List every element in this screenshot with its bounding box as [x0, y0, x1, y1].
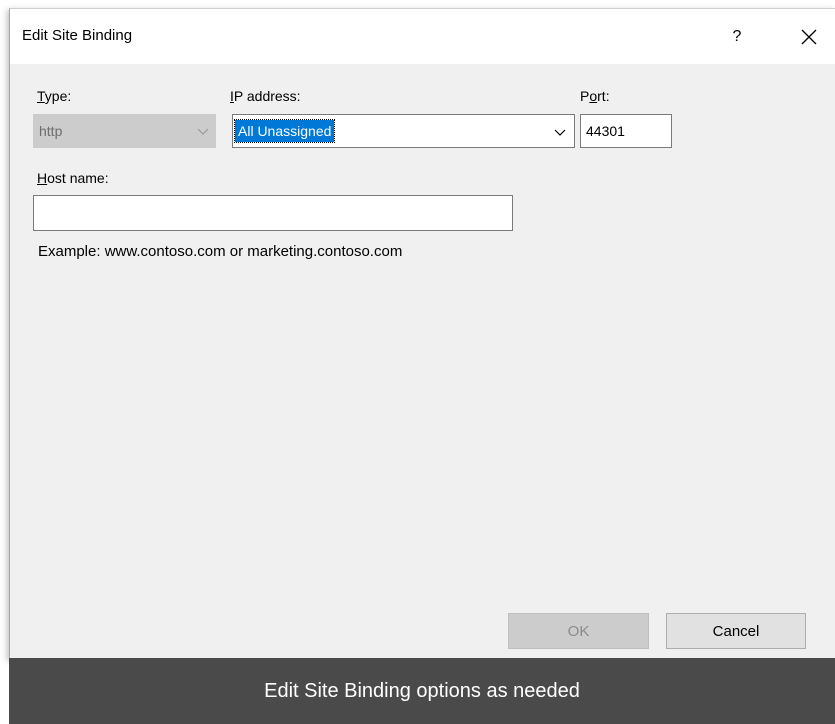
type-label: Type: — [37, 88, 71, 104]
host-label-text: ost name: — [47, 170, 109, 186]
chevron-down-icon — [197, 128, 209, 135]
host-name-label: Host name: — [37, 170, 109, 186]
type-label-text: ype: — [44, 88, 72, 104]
ip-address-select[interactable]: All Unassigned — [232, 114, 575, 148]
title-bar: Edit Site Binding ? — [10, 9, 835, 64]
cancel-button[interactable]: Cancel — [666, 613, 806, 649]
port-label-mnemonic: o — [589, 88, 598, 104]
host-name-input[interactable] — [33, 195, 513, 231]
edit-site-binding-dialog: Edit Site Binding ? Type: http IP addres… — [9, 8, 835, 659]
ip-label-text: P address: — [233, 88, 301, 104]
type-label-mnemonic: T — [37, 88, 45, 104]
host-name-example: Example: www.contoso.com or marketing.co… — [38, 243, 403, 260]
caption-text: Edit Site Binding options as needed — [264, 679, 580, 702]
ok-button[interactable]: OK — [508, 613, 649, 649]
close-icon — [801, 29, 817, 45]
ip-address-value: All Unassigned — [233, 119, 336, 143]
caption-bar: Edit Site Binding options as needed — [9, 658, 835, 724]
ip-address-label: IP address: — [230, 88, 301, 104]
type-select-value: http — [39, 123, 63, 139]
close-button[interactable] — [786, 17, 832, 57]
port-label-pre: P — [580, 88, 590, 104]
port-input[interactable] — [580, 114, 672, 148]
chevron-down-icon — [554, 129, 566, 136]
help-button[interactable]: ? — [717, 17, 757, 57]
type-select: http — [33, 114, 216, 148]
port-label-text: rt: — [597, 88, 610, 104]
host-label-mnemonic: H — [37, 170, 48, 186]
dialog-title: Edit Site Binding — [22, 27, 133, 44]
port-label: Port: — [580, 88, 610, 104]
screen: Edit Site Binding ? Type: http IP addres… — [0, 0, 835, 724]
